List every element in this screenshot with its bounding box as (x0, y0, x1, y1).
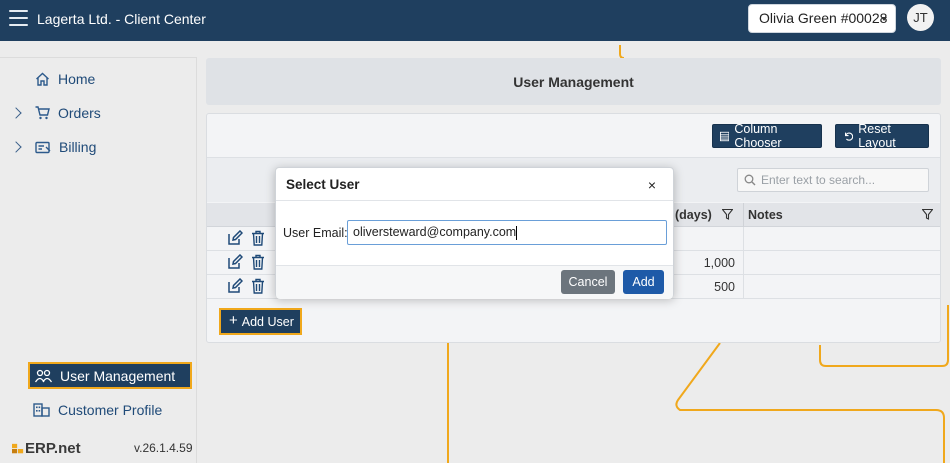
user-email-label: User Email: (283, 226, 348, 240)
dialog-footer: Cancel Add (276, 265, 673, 299)
user-email-value: oliversteward@company.com (353, 225, 517, 239)
text-cursor (516, 225, 518, 240)
dialog-header: Select User × (276, 168, 673, 201)
close-icon[interactable]: × (648, 177, 656, 193)
select-user-dialog: Select User × User Email: oliversteward@… (275, 167, 674, 299)
cancel-button[interactable]: Cancel (561, 270, 615, 294)
add-button[interactable]: Add (623, 270, 664, 294)
dialog-title: Select User (286, 177, 360, 192)
user-email-input[interactable]: oliversteward@company.com (347, 220, 667, 245)
